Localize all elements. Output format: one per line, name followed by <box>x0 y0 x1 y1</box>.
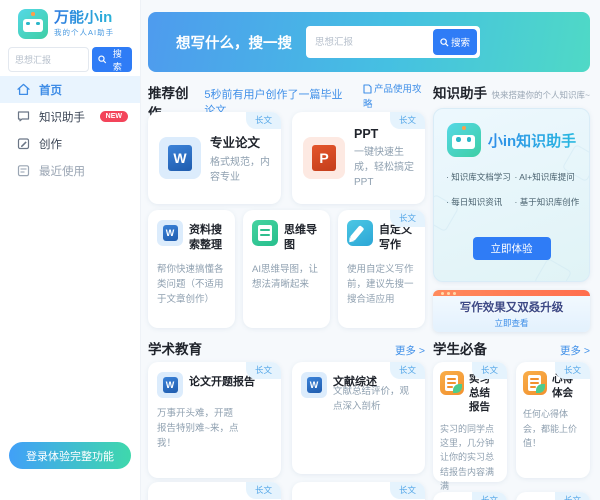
banner-prompt: 想写什么，搜一搜 <box>176 32 292 53</box>
app-title: 万能小in <box>54 10 114 27</box>
document-icon <box>363 84 372 94</box>
recent-icon <box>16 163 31 178</box>
long-text-badge: 长文 <box>390 210 425 227</box>
sidebar-item-knowledge[interactable]: 知识助手 NEW <box>0 103 140 130</box>
long-text-badge: 长文 <box>555 492 590 500</box>
long-text-badge: 长文 <box>472 492 507 500</box>
card-title: 资料搜索整理 <box>189 220 226 254</box>
home-icon <box>16 82 31 97</box>
banner-search-button[interactable]: 搜索 <box>433 29 477 55</box>
card-desc: 一键快速生成，轻松搞定PPT <box>354 145 414 190</box>
main-content: 推荐创作 5秒前有用户创作了一篇毕业论文 产品使用攻略 长文 W 专业论文 格式… <box>148 80 425 500</box>
sidebar: 万能小in 我的个人AI助手 搜索 首页 知识助手 <box>0 0 141 500</box>
card-mindmap[interactable]: 思维导图 AI思维导图，让想法清晰起来 <box>243 210 330 328</box>
search-icon <box>98 55 107 64</box>
login-button[interactable]: 登录体验完整功能 <box>9 442 131 469</box>
notes-icon <box>523 371 547 395</box>
mindmap-icon <box>252 220 278 246</box>
ppt-icon: P <box>303 137 345 179</box>
word-icon: W <box>157 220 183 246</box>
assistant-title: 小in知识助手 <box>488 130 576 151</box>
card-partial[interactable]: 长文 <box>433 492 507 500</box>
banner-search-input[interactable] <box>307 27 431 57</box>
card-desc: 实习的同学点这里，几分钟让你的实习总结报告内容满满 <box>440 422 500 494</box>
sidebar-item-label: 首页 <box>39 82 62 98</box>
card-reflections[interactable]: 长文 心得体会 任何心得体会，都能上价值！ <box>516 362 590 478</box>
sidebar-item-home[interactable]: 首页 <box>0 76 140 103</box>
card-literature-review[interactable]: 长文 W 文献综述 文献总结评价，观点深入剖析 <box>292 362 425 474</box>
assistant-feature: 知识库文档学习 <box>446 171 515 183</box>
promo-top-bar <box>433 290 590 296</box>
edit-icon <box>16 136 31 151</box>
card-desc: AI思维导图，让想法清晰起来 <box>252 262 321 292</box>
long-text-badge: 长文 <box>246 482 281 499</box>
app-subtitle: 我的个人AI助手 <box>54 27 114 38</box>
long-text-badge: 长文 <box>246 362 281 379</box>
sidebar-item-recent[interactable]: 最近使用 <box>0 157 140 184</box>
promo-view-link[interactable]: 立即查看 <box>433 317 590 329</box>
knowledge-assistant-card[interactable]: 小in知识助手 知识库文档学习 AI+知识库提问 每日知识资讯 基于知识库创作 … <box>433 108 590 282</box>
card-desc: 格式规范，内容专业 <box>210 155 270 185</box>
sidebar-item-label: 创作 <box>39 136 62 152</box>
card-desc: 使用自定义写作前，建议先搜一搜合适应用 <box>347 262 416 308</box>
try-now-button[interactable]: 立即体验 <box>473 237 551 260</box>
card-partial[interactable]: 长文 <box>516 492 590 500</box>
sidebar-item-label: 知识助手 <box>39 109 85 125</box>
word-icon: W <box>301 372 327 398</box>
section-title-student: 学生必备 <box>433 338 487 358</box>
section-title-knowledge: 知识助手 <box>433 82 487 102</box>
word-icon: W <box>157 372 183 398</box>
app-logo[interactable]: 万能小in 我的个人AI助手 <box>18 9 114 39</box>
new-badge: NEW <box>100 111 128 122</box>
report-icon <box>440 371 464 395</box>
aside-panel: 知识助手 快来搭建你的个人知识库~ 小in知识助手 知识库文档学习 AI+知识库… <box>433 80 590 500</box>
card-desc: 万事开头难，开题报告特别难~来，点我！ <box>157 406 241 452</box>
card-proposal[interactable]: 长文 W 论文开题报告 万事开头难，开题报告特别难~来，点我！ <box>148 362 281 478</box>
long-text-badge: 长文 <box>390 362 425 379</box>
card-desc: 帮你快速搞懂各类问题（不适用于文章创作） <box>157 262 226 308</box>
section-title-academic: 学术教育 <box>148 338 202 358</box>
card-research[interactable]: W 资料搜索整理 帮你快速搞懂各类问题（不适用于文章创作） <box>148 210 235 328</box>
search-icon <box>440 38 449 47</box>
word-icon: W <box>159 137 201 179</box>
sidebar-item-label: 最近使用 <box>39 163 85 179</box>
more-link[interactable]: 更多 > <box>395 343 425 358</box>
card-thesis[interactable]: 长文 W 专业论文 格式规范，内容专业 <box>148 112 281 204</box>
chat-icon <box>16 109 31 124</box>
card-partial[interactable]: 长文 <box>148 482 281 500</box>
knowledge-subtitle: 快来搭建你的个人知识库~ <box>492 89 590 101</box>
robot-logo-icon <box>447 123 481 157</box>
card-custom-writing[interactable]: 长文 自定义写作 使用自定义写作前，建议先搜一搜合适应用 <box>338 210 425 328</box>
more-link[interactable]: 更多 > <box>560 343 590 358</box>
card-desc: 文献总结评价，观点深入剖析 <box>333 384 417 414</box>
card-title: 专业论文 <box>210 132 270 151</box>
card-desc: 任何心得体会，都能上价值！ <box>523 407 583 450</box>
product-guide-link[interactable]: 产品使用攻略 <box>363 82 425 112</box>
pen-icon <box>347 220 373 246</box>
assistant-feature: 每日知识资讯 <box>446 196 515 208</box>
card-title: 思维导图 <box>284 220 321 254</box>
long-text-badge: 长文 <box>390 112 425 129</box>
app-window: 万能小in 我的个人AI助手 搜索 首页 知识助手 <box>0 0 600 500</box>
search-banner: 想写什么，搜一搜 搜索 <box>148 12 590 72</box>
long-text-badge: 长文 <box>246 112 281 129</box>
sidebar-search-input[interactable] <box>8 47 89 72</box>
assistant-feature: 基于知识库创作 <box>515 196 584 208</box>
upgrade-promo-banner[interactable]: 写作效果又双叒升级 立即查看 <box>433 290 590 332</box>
sidebar-item-create[interactable]: 创作 <box>0 130 140 157</box>
card-partial[interactable]: 长文 <box>292 482 425 500</box>
sidebar-search-button[interactable]: 搜索 <box>92 47 132 72</box>
robot-logo-icon <box>18 9 48 39</box>
assistant-feature: AI+知识库提问 <box>515 171 584 183</box>
long-text-badge: 长文 <box>390 482 425 499</box>
card-ppt[interactable]: 长文 P PPT 一键快速生成，轻松搞定PPT <box>292 112 425 204</box>
long-text-badge: 长文 <box>472 362 507 379</box>
long-text-badge: 长文 <box>555 362 590 379</box>
card-internship-report[interactable]: 长文 实习总结报告 实习的同学点这里，几分钟让你的实习总结报告内容满满 <box>433 362 507 482</box>
promo-title: 写作效果又双叒升级 <box>433 299 590 315</box>
